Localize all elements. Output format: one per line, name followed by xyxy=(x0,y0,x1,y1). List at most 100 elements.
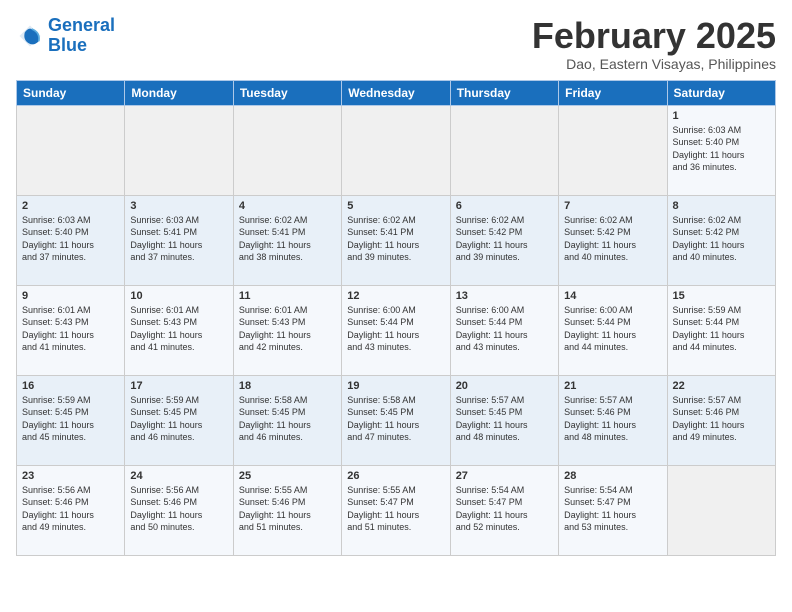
logo-line2: Blue xyxy=(48,36,115,56)
calendar-cell: 8 Sunrise: 6:02 AM Sunset: 5:42 PM Daylig… xyxy=(667,195,775,285)
day-number: 8 xyxy=(673,200,770,212)
calendar-cell: 2 Sunrise: 6:03 AM Sunset: 5:40 PM Daylig… xyxy=(17,195,125,285)
calendar-header-row: SundayMondayTuesdayWednesdayThursdayFrid… xyxy=(17,80,776,105)
calendar-week-4: 16 Sunrise: 5:59 AM Sunset: 5:45 PM Dayli… xyxy=(17,375,776,465)
calendar-table: SundayMondayTuesdayWednesdayThursdayFrid… xyxy=(16,80,776,556)
calendar-cell: 21 Sunrise: 5:57 AM Sunset: 5:46 PM Dayli… xyxy=(559,375,667,465)
day-number: 26 xyxy=(347,470,444,482)
day-info: Sunrise: 6:00 AM Sunset: 5:44 PM Dayligh… xyxy=(456,304,553,354)
calendar-cell: 19 Sunrise: 5:58 AM Sunset: 5:45 PM Dayli… xyxy=(342,375,450,465)
calendar-cell: 23 Sunrise: 5:56 AM Sunset: 5:46 PM Dayli… xyxy=(17,465,125,555)
day-info: Sunrise: 6:02 AM Sunset: 5:41 PM Dayligh… xyxy=(347,214,444,264)
calendar-cell xyxy=(559,105,667,195)
day-number: 14 xyxy=(564,290,661,302)
calendar-cell: 22 Sunrise: 5:57 AM Sunset: 5:46 PM Dayli… xyxy=(667,375,775,465)
day-info: Sunrise: 5:57 AM Sunset: 5:45 PM Dayligh… xyxy=(456,394,553,444)
day-info: Sunrise: 6:03 AM Sunset: 5:40 PM Dayligh… xyxy=(22,214,119,264)
day-number: 2 xyxy=(22,200,119,212)
location-subtitle: Dao, Eastern Visayas, Philippines xyxy=(532,56,776,72)
day-info: Sunrise: 5:58 AM Sunset: 5:45 PM Dayligh… xyxy=(347,394,444,444)
day-number: 5 xyxy=(347,200,444,212)
day-number: 18 xyxy=(239,380,336,392)
calendar-cell: 3 Sunrise: 6:03 AM Sunset: 5:41 PM Daylig… xyxy=(125,195,233,285)
day-info: Sunrise: 5:57 AM Sunset: 5:46 PM Dayligh… xyxy=(673,394,770,444)
calendar-cell: 20 Sunrise: 5:57 AM Sunset: 5:45 PM Dayli… xyxy=(450,375,558,465)
calendar-cell xyxy=(17,105,125,195)
day-info: Sunrise: 6:02 AM Sunset: 5:42 PM Dayligh… xyxy=(564,214,661,264)
calendar-cell: 11Sunrise: 6:01 AM Sunset: 5:43 PM Dayli… xyxy=(233,285,341,375)
calendar-cell: 7 Sunrise: 6:02 AM Sunset: 5:42 PM Daylig… xyxy=(559,195,667,285)
logo-line1: General xyxy=(48,16,115,36)
day-number: 1 xyxy=(673,110,770,122)
calendar-cell: 1 Sunrise: 6:03 AM Sunset: 5:40 PM Daylig… xyxy=(667,105,775,195)
calendar-cell: 25Sunrise: 5:55 AM Sunset: 5:46 PM Dayli… xyxy=(233,465,341,555)
calendar-cell: 26 Sunrise: 5:55 AM Sunset: 5:47 PM Dayli… xyxy=(342,465,450,555)
logo-icon xyxy=(16,22,44,50)
day-info: Sunrise: 5:56 AM Sunset: 5:46 PM Dayligh… xyxy=(22,484,119,534)
logo: General Blue xyxy=(16,16,115,56)
calendar-cell: 9 Sunrise: 6:01 AM Sunset: 5:43 PM Daylig… xyxy=(17,285,125,375)
calendar-cell: 18 Sunrise: 5:58 AM Sunset: 5:45 PM Dayli… xyxy=(233,375,341,465)
day-info: Sunrise: 5:59 AM Sunset: 5:45 PM Dayligh… xyxy=(130,394,227,444)
month-title: February 2025 xyxy=(532,16,776,56)
day-number: 27 xyxy=(456,470,553,482)
day-number: 19 xyxy=(347,380,444,392)
day-info: Sunrise: 6:03 AM Sunset: 5:41 PM Dayligh… xyxy=(130,214,227,264)
day-number: 10 xyxy=(130,290,227,302)
calendar-cell xyxy=(450,105,558,195)
day-number: 22 xyxy=(673,380,770,392)
day-number: 9 xyxy=(22,290,119,302)
day-info: Sunrise: 5:56 AM Sunset: 5:46 PM Dayligh… xyxy=(130,484,227,534)
calendar-cell: 27 Sunrise: 5:54 AM Sunset: 5:47 PM Dayli… xyxy=(450,465,558,555)
day-info: Sunrise: 5:59 AM Sunset: 5:44 PM Dayligh… xyxy=(673,304,770,354)
calendar-cell xyxy=(342,105,450,195)
calendar-cell: 17 Sunrise: 5:59 AM Sunset: 5:45 PM Dayli… xyxy=(125,375,233,465)
day-info: Sunrise: 6:03 AM Sunset: 5:40 PM Dayligh… xyxy=(673,124,770,174)
day-info: Sunrise: 5:57 AM Sunset: 5:46 PM Dayligh… xyxy=(564,394,661,444)
day-info: Sunrise: 5:54 AM Sunset: 5:47 PM Dayligh… xyxy=(564,484,661,534)
day-number: 13 xyxy=(456,290,553,302)
day-info: Sunrise: 5:55 AM Sunset: 5:47 PM Dayligh… xyxy=(347,484,444,534)
day-number: 6 xyxy=(456,200,553,212)
calendar-cell xyxy=(233,105,341,195)
calendar-cell: 14 Sunrise: 6:00 AM Sunset: 5:44 PM Dayli… xyxy=(559,285,667,375)
day-info: Sunrise: 6:02 AM Sunset: 5:42 PM Dayligh… xyxy=(673,214,770,264)
calendar-cell: 4Sunrise: 6:02 AM Sunset: 5:41 PM Daylig… xyxy=(233,195,341,285)
day-number: 20 xyxy=(456,380,553,392)
day-info: Sunrise: 6:01 AM Sunset: 5:43 PM Dayligh… xyxy=(239,304,336,354)
day-number: 17 xyxy=(130,380,227,392)
calendar-cell: 6Sunrise: 6:02 AM Sunset: 5:42 PM Daylig… xyxy=(450,195,558,285)
day-header-monday: Monday xyxy=(125,80,233,105)
page-header: General Blue February 2025 Dao, Eastern … xyxy=(16,16,776,72)
day-info: Sunrise: 5:59 AM Sunset: 5:45 PM Dayligh… xyxy=(22,394,119,444)
day-info: Sunrise: 5:58 AM Sunset: 5:45 PM Dayligh… xyxy=(239,394,336,444)
calendar-week-3: 9 Sunrise: 6:01 AM Sunset: 5:43 PM Daylig… xyxy=(17,285,776,375)
day-header-saturday: Saturday xyxy=(667,80,775,105)
day-info: Sunrise: 5:54 AM Sunset: 5:47 PM Dayligh… xyxy=(456,484,553,534)
day-info: Sunrise: 6:01 AM Sunset: 5:43 PM Dayligh… xyxy=(130,304,227,354)
day-info: Sunrise: 6:01 AM Sunset: 5:43 PM Dayligh… xyxy=(22,304,119,354)
day-header-tuesday: Tuesday xyxy=(233,80,341,105)
calendar-cell: 24Sunrise: 5:56 AM Sunset: 5:46 PM Dayli… xyxy=(125,465,233,555)
calendar-cell: 12Sunrise: 6:00 AM Sunset: 5:44 PM Dayli… xyxy=(342,285,450,375)
title-block: February 2025 Dao, Eastern Visayas, Phil… xyxy=(532,16,776,72)
day-number: 23 xyxy=(22,470,119,482)
day-number: 15 xyxy=(673,290,770,302)
day-info: Sunrise: 6:02 AM Sunset: 5:41 PM Dayligh… xyxy=(239,214,336,264)
day-number: 3 xyxy=(130,200,227,212)
calendar-week-2: 2 Sunrise: 6:03 AM Sunset: 5:40 PM Daylig… xyxy=(17,195,776,285)
day-header-thursday: Thursday xyxy=(450,80,558,105)
calendar-cell: 15 Sunrise: 5:59 AM Sunset: 5:44 PM Dayli… xyxy=(667,285,775,375)
day-info: Sunrise: 6:00 AM Sunset: 5:44 PM Dayligh… xyxy=(347,304,444,354)
day-number: 16 xyxy=(22,380,119,392)
day-info: Sunrise: 6:00 AM Sunset: 5:44 PM Dayligh… xyxy=(564,304,661,354)
calendar-cell xyxy=(125,105,233,195)
day-number: 25 xyxy=(239,470,336,482)
day-number: 21 xyxy=(564,380,661,392)
day-number: 28 xyxy=(564,470,661,482)
day-number: 7 xyxy=(564,200,661,212)
day-header-wednesday: Wednesday xyxy=(342,80,450,105)
calendar-cell: 5 Sunrise: 6:02 AM Sunset: 5:41 PM Daylig… xyxy=(342,195,450,285)
calendar-cell: 28 Sunrise: 5:54 AM Sunset: 5:47 PM Dayli… xyxy=(559,465,667,555)
calendar-week-5: 23 Sunrise: 5:56 AM Sunset: 5:46 PM Dayli… xyxy=(17,465,776,555)
